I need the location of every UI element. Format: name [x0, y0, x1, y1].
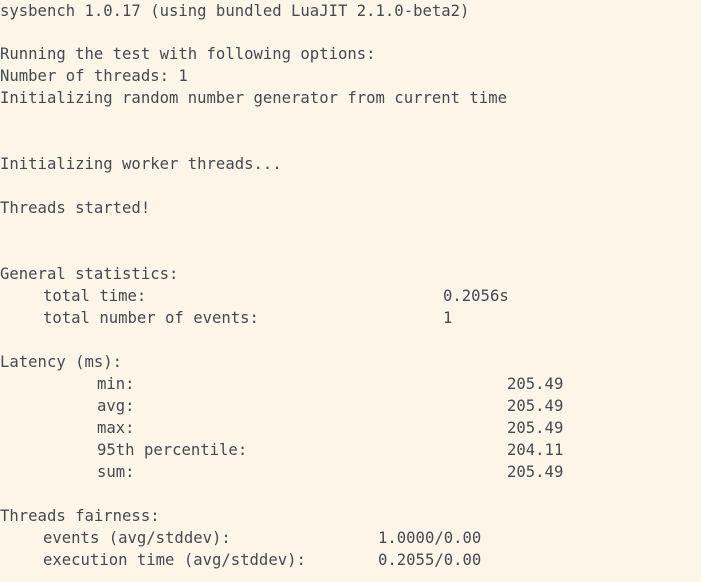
threads-count-line: Number of threads: 1: [0, 67, 188, 85]
latency-p95-value: 204.11: [507, 441, 564, 459]
latency-min-value: 205.49: [507, 375, 564, 393]
terminal-output: sysbench 1.0.17 (using bundled LuaJIT 2.…: [0, 0, 701, 582]
latency-sum-value: 205.49: [507, 463, 564, 481]
rng-init-line: Initializing random number generator fro…: [0, 89, 507, 107]
sysbench-header: sysbench 1.0.17 (using bundled LuaJIT 2.…: [0, 2, 470, 20]
latency-avg-value: 205.49: [507, 397, 564, 415]
threads-started-line: Threads started!: [0, 199, 151, 217]
latency-title: Latency (ms):: [0, 353, 123, 371]
total-events-label: total number of events:: [43, 309, 259, 327]
fairness-events-value: 1.0000/0.00: [378, 529, 482, 547]
latency-sum-label: sum:: [97, 463, 135, 481]
latency-min-label: min:: [97, 375, 135, 393]
general-stats-title: General statistics:: [0, 265, 179, 283]
latency-avg-label: avg:: [97, 397, 135, 415]
fairness-exec-value: 0.2055/0.00: [378, 551, 482, 569]
fairness-title: Threads fairness:: [0, 507, 160, 525]
fairness-events-label: events (avg/stddev):: [43, 529, 231, 547]
total-events-value: 1: [443, 309, 453, 327]
fairness-exec-label: execution time (avg/stddev):: [43, 551, 306, 569]
options-title: Running the test with following options:: [0, 45, 376, 63]
latency-max-value: 205.49: [507, 419, 564, 437]
latency-max-label: max:: [97, 419, 135, 437]
total-time-label: total time:: [43, 287, 147, 305]
init-workers-line: Initializing worker threads...: [0, 155, 282, 173]
latency-p95-label: 95th percentile:: [97, 441, 248, 459]
total-time-value: 0.2056s: [443, 287, 509, 305]
